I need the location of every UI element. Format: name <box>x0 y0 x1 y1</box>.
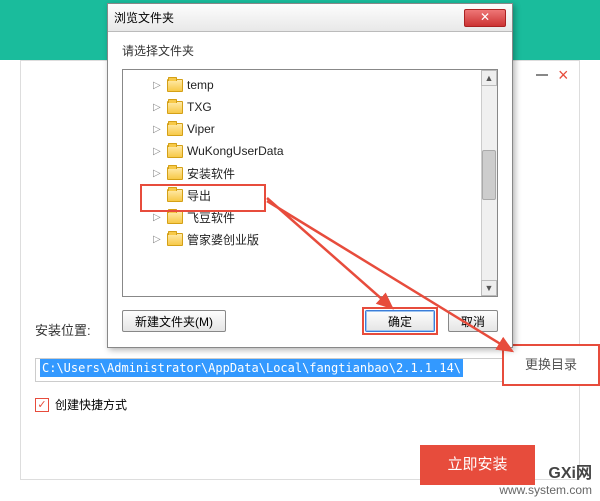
folder-item-temp[interactable]: ▷ temp <box>125 74 495 96</box>
folder-label: 导出 <box>187 187 211 204</box>
folder-icon <box>167 101 183 114</box>
folder-label: 安装软件 <box>187 165 235 182</box>
shortcut-label: 创建快捷方式 <box>55 396 127 413</box>
folder-icon <box>167 189 183 202</box>
expand-icon[interactable]: ▷ <box>153 124 163 135</box>
cancel-button[interactable]: 取消 <box>448 310 498 332</box>
folder-label: temp <box>187 78 214 92</box>
install-path-text: C:\Users\Administrator\AppData\Local\fan… <box>40 359 463 377</box>
watermark: GXi网 www.system.com <box>499 459 592 497</box>
dialog-instruction: 请选择文件夹 <box>122 42 498 59</box>
scroll-down-icon[interactable]: ▼ <box>481 280 497 296</box>
ok-button[interactable]: 确定 <box>365 310 435 332</box>
folder-icon <box>167 79 183 92</box>
expand-icon[interactable]: ▷ <box>153 146 163 157</box>
expand-icon[interactable]: ▷ <box>153 102 163 113</box>
folder-item-feidou[interactable]: ▷ 飞豆软件 <box>125 206 495 228</box>
folder-label: WuKongUserData <box>187 144 284 158</box>
folder-tree[interactable]: ▷ temp ▷ TXG ▷ Viper ▷ WuKongUserData ▷ <box>122 69 498 297</box>
folder-label: Viper <box>187 122 215 136</box>
shortcut-checkbox[interactable]: ✓ <box>35 398 49 412</box>
folder-label: TXG <box>187 100 212 114</box>
dialog-close-button[interactable]: ✕ <box>464 9 506 27</box>
scroll-up-icon[interactable]: ▲ <box>481 70 497 86</box>
scroll-thumb[interactable] <box>482 150 496 200</box>
expand-icon[interactable]: ▷ <box>153 212 163 223</box>
watermark-title: GXi网 <box>499 459 592 483</box>
folder-icon <box>167 167 183 180</box>
expand-icon[interactable]: ▷ <box>153 168 163 179</box>
folder-item-guanjiapo[interactable]: ▷ 管家婆创业版 <box>125 228 495 250</box>
install-path-input[interactable]: C:\Users\Administrator\AppData\Local\fan… <box>35 358 520 382</box>
watermark-url: www.system.com <box>499 483 592 497</box>
install-location-label: 安装位置: <box>35 320 91 339</box>
folder-icon <box>167 123 183 136</box>
folder-label: 管家婆创业版 <box>187 231 259 248</box>
new-folder-button[interactable]: 新建文件夹(M) <box>122 310 226 332</box>
minimize-icon[interactable] <box>536 74 548 76</box>
folder-item-install-software[interactable]: ▷ 安装软件 <box>125 162 495 184</box>
dialog-body: 请选择文件夹 ▷ temp ▷ TXG ▷ Viper ▷ WuKongUser… <box>108 32 512 347</box>
expand-icon[interactable]: ▷ <box>153 234 163 245</box>
change-directory-button[interactable]: 更换目录 <box>502 344 600 386</box>
window-controls: × <box>536 68 572 82</box>
dialog-titlebar[interactable]: 浏览文件夹 ✕ <box>108 4 512 32</box>
folder-item-txg[interactable]: ▷ TXG <box>125 96 495 118</box>
folder-item-wukong[interactable]: ▷ WuKongUserData <box>125 140 495 162</box>
folder-item-export[interactable]: 导出 <box>125 184 495 206</box>
browse-folder-dialog: 浏览文件夹 ✕ 请选择文件夹 ▷ temp ▷ TXG ▷ Viper ▷ <box>107 3 513 348</box>
create-shortcut-row: ✓ 创建快捷方式 <box>35 396 127 413</box>
scrollbar[interactable]: ▲ ▼ <box>481 70 497 296</box>
close-icon[interactable]: × <box>558 68 572 82</box>
dialog-button-row: 新建文件夹(M) 确定 取消 <box>122 307 498 335</box>
annotation-highlight: 确定 <box>362 307 438 335</box>
folder-icon <box>167 211 183 224</box>
folder-icon <box>167 145 183 158</box>
dialog-title: 浏览文件夹 <box>114 9 464 26</box>
folder-label: 飞豆软件 <box>187 209 235 226</box>
expand-icon[interactable]: ▷ <box>153 80 163 91</box>
folder-icon <box>167 233 183 246</box>
folder-item-viper[interactable]: ▷ Viper <box>125 118 495 140</box>
